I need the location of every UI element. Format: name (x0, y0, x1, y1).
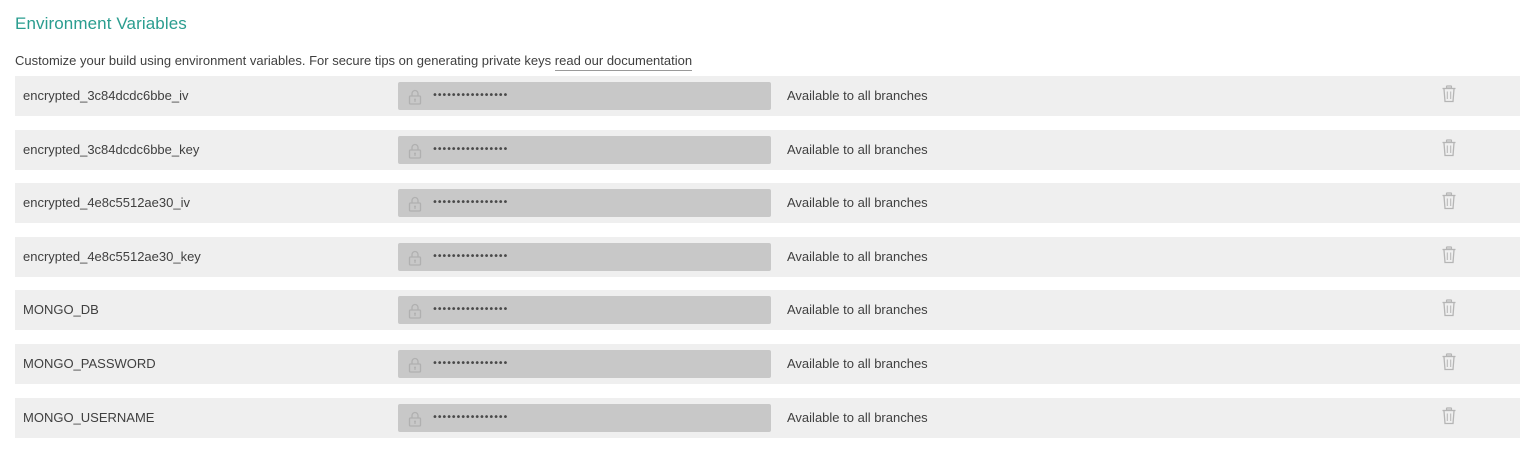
environment-variables-section: Environment Variables Customize your bui… (0, 0, 1532, 438)
masked-value: •••••••••••••••• (432, 197, 508, 209)
variables-list: encrypted_3c84dcdc6bbe_iv ••••••••••••••… (15, 76, 1520, 438)
masked-value: •••••••••••••••• (432, 304, 508, 316)
variable-value-field[interactable]: •••••••••••••••• (398, 189, 771, 218)
variable-value-field[interactable]: •••••••••••••••• (398, 82, 771, 110)
masked-value: •••••••••••••••• (432, 411, 508, 423)
variable-value-field[interactable]: •••••••••••••••• (398, 403, 771, 432)
variable-scope: Available to all branches (787, 195, 928, 211)
variable-value-field[interactable]: •••••••••••••••• (398, 135, 771, 164)
trash-icon[interactable] (1441, 406, 1457, 425)
section-title: Environment Variables (15, 14, 187, 33)
variable-name: encrypted_4e8c5512ae30_key (23, 248, 201, 264)
description-text: Customize your build using environment v… (15, 53, 555, 68)
variable-scope: Available to all branches (787, 302, 928, 318)
variable-row: encrypted_4e8c5512ae30_key •••••••••••••… (15, 236, 1520, 277)
trash-icon[interactable] (1441, 192, 1457, 210)
lock-icon (408, 304, 422, 320)
variable-scope: Available to all branches (787, 409, 928, 425)
variable-name: MONGO_USERNAME (23, 409, 155, 425)
masked-value: •••••••••••••••• (432, 250, 508, 262)
variable-row: encrypted_3c84dcdc6bbe_iv ••••••••••••••… (15, 76, 1520, 116)
section-description: Customize your build using environment v… (15, 52, 1520, 71)
variable-value-field[interactable]: •••••••••••••••• (398, 242, 771, 271)
variable-name: encrypted_4e8c5512ae30_iv (23, 195, 190, 211)
variable-name: MONGO_DB (23, 302, 99, 318)
lock-icon (408, 89, 422, 105)
variable-value-field[interactable]: •••••••••••••••• (398, 296, 771, 325)
variable-row: encrypted_4e8c5512ae30_iv ••••••••••••••… (15, 183, 1520, 224)
variable-value-field[interactable]: •••••••••••••••• (398, 349, 771, 378)
masked-value: •••••••••••••••• (432, 143, 508, 155)
variable-row: encrypted_3c84dcdc6bbe_key •••••••••••••… (15, 129, 1520, 170)
variable-name: encrypted_3c84dcdc6bbe_iv (23, 88, 189, 103)
trash-icon[interactable] (1441, 353, 1457, 371)
variable-scope: Available to all branches (787, 248, 928, 264)
lock-icon (408, 250, 422, 266)
masked-value: •••••••••••••••• (432, 357, 508, 369)
variable-row: MONGO_DB •••••••••••••••• Available to a… (15, 290, 1520, 331)
documentation-link[interactable]: read our documentation (554, 53, 693, 71)
trash-icon[interactable] (1441, 299, 1457, 317)
trash-icon[interactable] (1441, 246, 1457, 264)
variable-name: MONGO_PASSWORD (23, 355, 156, 371)
variable-name: encrypted_3c84dcdc6bbe_key (23, 141, 200, 157)
trash-icon[interactable] (1441, 138, 1457, 157)
lock-icon (408, 411, 422, 427)
lock-icon (408, 357, 422, 373)
variable-scope: Available to all branches (787, 141, 928, 157)
masked-value: •••••••••••••••• (432, 90, 508, 101)
lock-icon (408, 143, 422, 159)
lock-icon (408, 197, 422, 212)
variable-scope: Available to all branches (787, 88, 928, 103)
trash-icon[interactable] (1441, 85, 1457, 103)
variable-row: MONGO_PASSWORD •••••••••••••••• Availabl… (15, 343, 1520, 384)
variable-row: MONGO_USERNAME •••••••••••••••• Availabl… (15, 397, 1520, 438)
variable-scope: Available to all branches (787, 355, 928, 371)
